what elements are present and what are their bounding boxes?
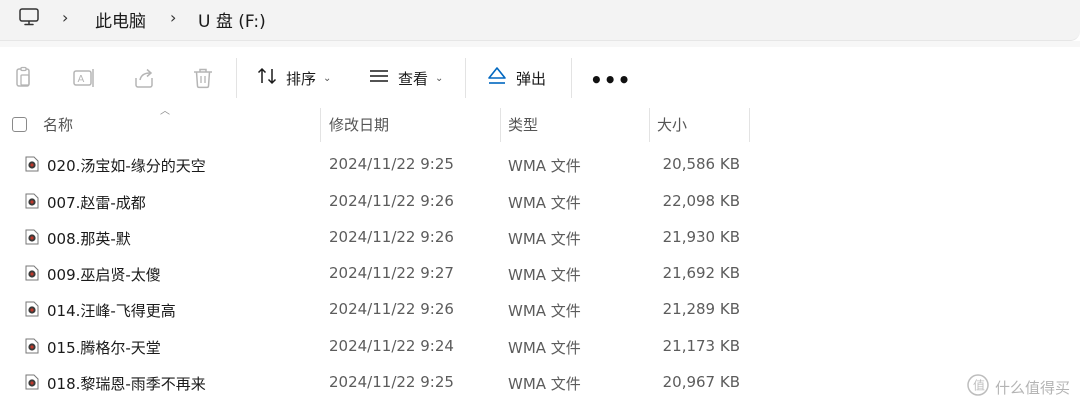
file-type: WMA 文件 <box>508 375 581 393</box>
computer-icon[interactable] <box>18 6 40 32</box>
eject-button[interactable]: 弹出 <box>486 66 546 90</box>
file-size: 21,692 KB <box>662 264 740 282</box>
toolbar-separator <box>236 58 237 98</box>
sort-ascending-icon: ︿ <box>160 106 170 117</box>
file-row[interactable]: 007.赵雷-成都 2024/11/22 9:26 WMA 文件 22,098 … <box>0 183 760 219</box>
file-row[interactable]: 020.汤宝如-缘分的天空 2024/11/22 9:25 WMA 文件 20,… <box>0 146 760 182</box>
eject-label: 弹出 <box>516 69 547 88</box>
file-type: WMA 文件 <box>508 302 581 320</box>
file-size: 21,289 KB <box>662 300 740 318</box>
file-size: 22,098 KB <box>662 192 740 210</box>
file-name: 008.那英-默 <box>47 230 131 248</box>
audio-file-icon <box>25 338 39 358</box>
chevron-right-icon[interactable]: › <box>170 8 176 27</box>
watermark: 值 什么值得买 <box>967 374 1070 400</box>
column-divider[interactable] <box>749 108 750 142</box>
select-all-checkbox[interactable] <box>12 117 27 132</box>
column-header-name[interactable]: 名称 <box>43 114 73 135</box>
view-list-icon <box>368 65 390 91</box>
watermark-text: 什么值得买 <box>994 378 1070 397</box>
file-name: 015.腾格尔-天堂 <box>47 339 161 357</box>
svg-text:值: 值 <box>973 378 985 393</box>
toolbar-separator <box>571 58 572 98</box>
file-type: WMA 文件 <box>508 339 581 357</box>
column-header-type[interactable]: 类型 <box>508 114 538 135</box>
breadcrumb-usb-drive[interactable]: U 盘 (F:) <box>198 7 266 32</box>
sort-label: 排序 <box>286 69 317 88</box>
delete-icon[interactable] <box>191 66 215 90</box>
file-row[interactable]: 014.汪峰-飞得更高 2024/11/22 9:26 WMA 文件 21,28… <box>0 291 760 327</box>
view-button[interactable]: 查看 ⌄ <box>368 66 443 90</box>
sort-icon <box>256 65 278 91</box>
file-size: 20,967 KB <box>662 373 740 391</box>
column-divider[interactable] <box>649 108 650 142</box>
address-bar[interactable]: › 此电脑 › U 盘 (F:) <box>0 0 1080 41</box>
column-divider[interactable] <box>500 108 501 142</box>
eject-icon <box>486 65 508 91</box>
file-row[interactable]: 008.那英-默 2024/11/22 9:26 WMA 文件 21,930 K… <box>0 219 760 255</box>
file-date: 2024/11/22 9:26 <box>329 300 454 318</box>
file-date: 2024/11/22 9:26 <box>329 228 454 246</box>
chevron-right-icon[interactable]: › <box>62 8 68 27</box>
file-name: 018.黎瑞恩-雨季不再来 <box>47 375 206 393</box>
file-name: 020.汤宝如-缘分的天空 <box>47 157 206 175</box>
column-header-date[interactable]: 修改日期 <box>329 114 389 135</box>
file-type: WMA 文件 <box>508 230 581 248</box>
column-header-row: ︿ 名称 修改日期 类型 大小 <box>0 106 760 142</box>
column-header-size[interactable]: 大小 <box>657 114 687 135</box>
rename-icon[interactable]: A <box>72 66 96 90</box>
toolbar-separator <box>465 58 466 98</box>
file-row[interactable]: 009.巫启贤-太傻 2024/11/22 9:27 WMA 文件 21,692… <box>0 255 760 291</box>
file-date: 2024/11/22 9:25 <box>329 373 454 391</box>
more-options-button[interactable]: ••• <box>590 68 631 92</box>
file-name: 014.汪峰-飞得更高 <box>47 302 176 320</box>
audio-file-icon <box>25 265 39 285</box>
view-label: 查看 <box>398 69 429 88</box>
copy-icon[interactable] <box>12 66 36 90</box>
chevron-down-icon: ⌄ <box>435 72 444 84</box>
file-name: 007.赵雷-成都 <box>47 194 146 212</box>
watermark-logo-icon: 值 <box>967 374 989 400</box>
breadcrumb-this-pc[interactable]: 此电脑 <box>95 7 146 32</box>
chevron-down-icon: ⌄ <box>323 72 332 84</box>
file-type: WMA 文件 <box>508 157 581 175</box>
file-date: 2024/11/22 9:24 <box>329 337 454 355</box>
file-date: 2024/11/22 9:26 <box>329 192 454 210</box>
audio-file-icon <box>25 301 39 321</box>
file-row[interactable]: 018.黎瑞恩-雨季不再来 2024/11/22 9:25 WMA 文件 20,… <box>0 364 760 400</box>
file-size: 21,930 KB <box>662 228 740 246</box>
file-size: 21,173 KB <box>662 337 740 355</box>
file-date: 2024/11/22 9:25 <box>329 155 454 173</box>
sort-button[interactable]: 排序 ⌄ <box>256 66 331 90</box>
file-date: 2024/11/22 9:27 <box>329 264 454 282</box>
file-size: 20,586 KB <box>662 155 740 173</box>
audio-file-icon <box>25 229 39 249</box>
audio-file-icon <box>25 193 39 213</box>
command-bar: A 排序 ⌄ 查看 ⌄ 弹出 ••• <box>0 48 1080 106</box>
address-bar-divider <box>0 41 1080 47</box>
column-divider[interactable] <box>320 108 321 142</box>
svg-text:A: A <box>78 74 85 85</box>
share-icon[interactable] <box>132 66 156 90</box>
file-row[interactable]: 015.腾格尔-天堂 2024/11/22 9:24 WMA 文件 21,173… <box>0 328 760 364</box>
audio-file-icon <box>25 156 39 176</box>
file-name: 009.巫启贤-太傻 <box>47 266 161 284</box>
file-type: WMA 文件 <box>508 194 581 212</box>
file-type: WMA 文件 <box>508 266 581 284</box>
audio-file-icon <box>25 374 39 394</box>
